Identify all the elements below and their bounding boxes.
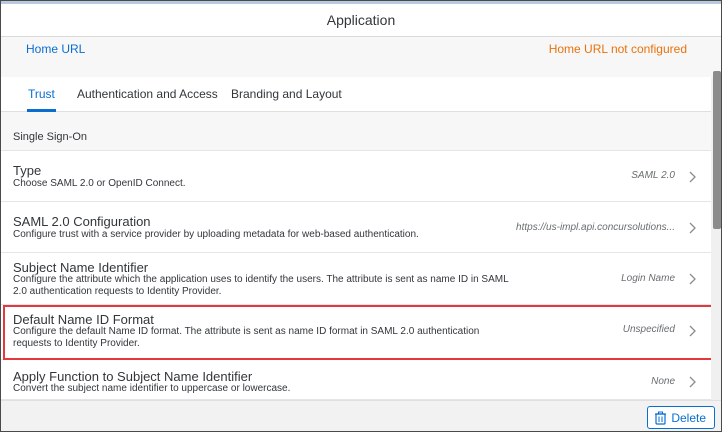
- row-description: Choose SAML 2.0 or OpenID Connect.: [13, 178, 186, 189]
- scrollbar-thumb[interactable]: [713, 71, 721, 229]
- row-title: SAML 2.0 Configuration: [13, 214, 151, 229]
- row-description: Convert the subject name identifier to u…: [13, 383, 291, 394]
- home-url-label[interactable]: Home URL: [26, 42, 85, 56]
- home-url-bar: Home URL Home URL not configured: [1, 37, 721, 77]
- list-item-saml-configuration[interactable]: SAML 2.0 Configuration Configure trust w…: [1, 202, 711, 253]
- delete-button[interactable]: Delete: [647, 406, 715, 429]
- chevron-right-icon: [689, 376, 696, 388]
- list-item-type[interactable]: Type Choose SAML 2.0 or OpenID Connect. …: [1, 151, 711, 202]
- section-header: Single Sign-On: [1, 112, 711, 151]
- row-title: Apply Function to Subject Name Identifie…: [13, 369, 253, 384]
- list-item-subject-name-identifier[interactable]: Subject Name Identifier Configure the at…: [1, 253, 711, 305]
- tab-bar: Trust Authentication and Access Branding…: [1, 77, 721, 112]
- footer-bar: Delete: [1, 400, 721, 431]
- section-title: Single Sign-On: [13, 131, 87, 143]
- row-value: Login Name: [621, 273, 675, 284]
- list-item-default-name-id-format[interactable]: Default Name ID Format Configure the def…: [1, 305, 711, 360]
- list-item-apply-function[interactable]: Apply Function to Subject Name Identifie…: [1, 360, 711, 400]
- row-title: Subject Name Identifier: [13, 260, 149, 275]
- row-description: Configure the attribute which the applic…: [13, 274, 509, 297]
- trash-icon: [655, 411, 667, 425]
- tab-branding-and-layout[interactable]: Branding and Layout: [231, 87, 342, 112]
- row-title: Default Name ID Format: [13, 312, 154, 327]
- home-url-status: Home URL not configured: [548, 42, 687, 56]
- delete-button-label: Delete: [671, 410, 706, 425]
- chevron-right-icon: [689, 273, 696, 285]
- tab-trust[interactable]: Trust: [27, 87, 56, 112]
- row-value: Unspecified: [622, 324, 675, 335]
- row-value: None: [651, 376, 675, 387]
- row-description: Configure trust with a service provider …: [13, 229, 419, 240]
- chevron-right-icon: [689, 325, 696, 337]
- chevron-right-icon: [689, 171, 696, 183]
- chevron-right-icon: [689, 222, 696, 234]
- window-title: Application: [1, 4, 721, 37]
- tab-authentication-and-access[interactable]: Authentication and Access: [77, 87, 218, 112]
- row-value: https://us-impl.api.concursolutions...: [516, 222, 675, 233]
- row-description: Configure the default Name ID format. Th…: [13, 326, 480, 349]
- application-window: Application Home URL Home URL not config…: [0, 0, 722, 432]
- row-title: Type: [13, 163, 42, 178]
- row-value: SAML 2.0: [631, 170, 675, 181]
